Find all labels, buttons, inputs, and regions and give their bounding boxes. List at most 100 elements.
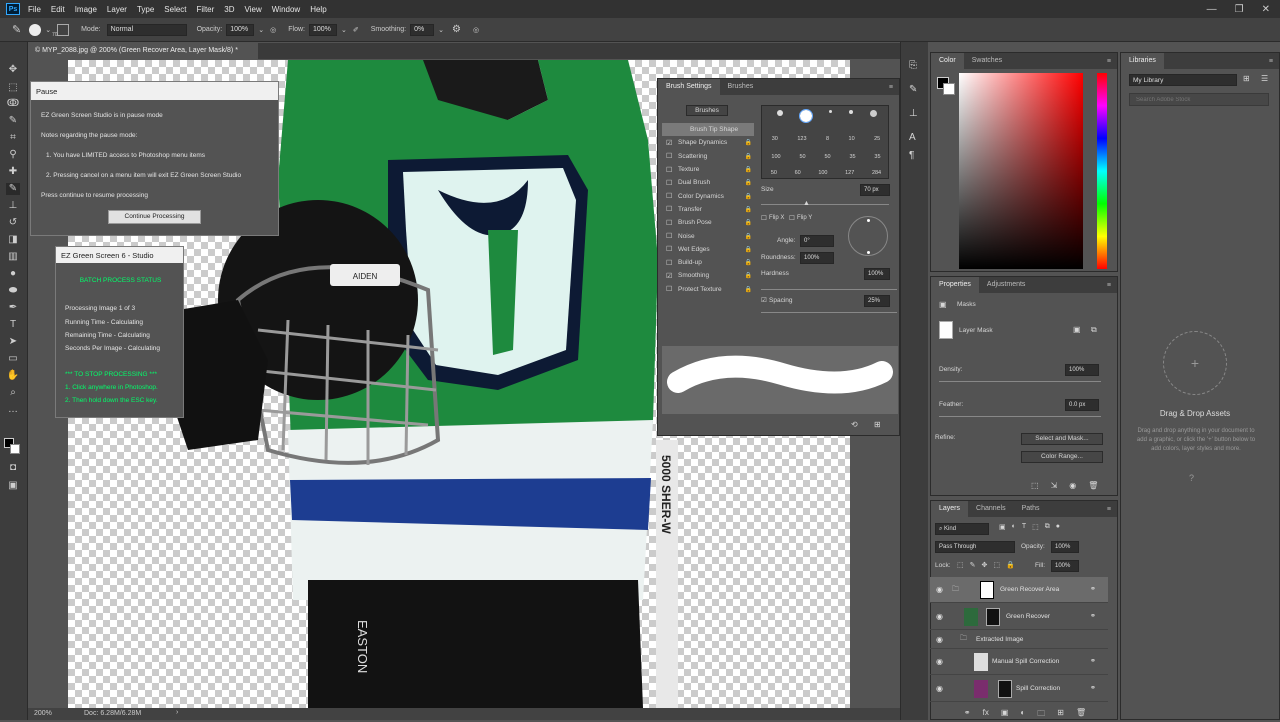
brush-option-item[interactable]: ☐ Build-up 🔒 bbox=[662, 256, 754, 269]
stamp-tool-icon[interactable]: ⊥ bbox=[6, 200, 20, 212]
background-color-swatch[interactable] bbox=[943, 83, 955, 95]
menu-edit[interactable]: Edit bbox=[51, 5, 65, 14]
delete-layer-icon[interactable]: 🗑 bbox=[1076, 708, 1086, 721]
menu-file[interactable]: File bbox=[28, 5, 41, 14]
lock-icon[interactable]: 🔒 bbox=[745, 286, 752, 293]
option-checkbox[interactable]: ☐ bbox=[666, 205, 676, 213]
lock-icon[interactable]: 🔒 bbox=[745, 153, 752, 160]
layer-thumbnail[interactable] bbox=[974, 653, 988, 671]
lock-icon[interactable]: 🔒 bbox=[745, 233, 752, 240]
visibility-eye-icon[interactable]: ◉ bbox=[1069, 481, 1076, 490]
menu-3d[interactable]: 3D bbox=[224, 5, 234, 14]
menu-image[interactable]: Image bbox=[75, 5, 97, 14]
tab-brushes[interactable]: Brushes bbox=[720, 79, 762, 95]
stock-search-input[interactable] bbox=[1129, 93, 1269, 106]
continue-processing-button[interactable]: Continue Processing bbox=[108, 210, 201, 224]
mask-thumbnail[interactable] bbox=[986, 608, 1000, 626]
option-checkbox[interactable]: ☐ bbox=[666, 232, 676, 240]
tab-adjustments[interactable]: Adjustments bbox=[979, 277, 1034, 293]
layer-row-green-recover[interactable]: ◉ Green Recover ⚭ bbox=[930, 604, 1108, 630]
color-range-button[interactable]: Color Range... bbox=[1021, 451, 1103, 463]
pressure-size-icon[interactable]: ◎ bbox=[473, 26, 479, 34]
tab-color[interactable]: Color bbox=[931, 53, 964, 69]
color-field[interactable] bbox=[959, 73, 1083, 269]
history-brush-icon[interactable]: ↺ bbox=[6, 217, 20, 229]
pixel-mask-icon[interactable]: ▣ bbox=[1073, 325, 1081, 334]
layer-filter-select[interactable]: ⌕ Kind bbox=[935, 523, 989, 535]
hardness-field[interactable]: 100% bbox=[864, 268, 890, 280]
brush-panel-toggle-icon[interactable] bbox=[57, 23, 70, 36]
layer-row-manual-spill-correction[interactable]: ◉ Manual Spill Correction ⚭ bbox=[930, 649, 1108, 675]
brush-tool-icon[interactable]: ✎ bbox=[12, 23, 21, 36]
brush-option-item[interactable]: ☐ Color Dynamics 🔒 bbox=[662, 189, 754, 202]
lock-all-icon[interactable]: 🔒 bbox=[1006, 561, 1015, 569]
roundness-field[interactable]: 100% bbox=[800, 252, 834, 264]
pen-tool-icon[interactable]: ✒ bbox=[6, 302, 20, 314]
layer-opacity-field[interactable]: 100% bbox=[1051, 541, 1079, 553]
hand-tool-icon[interactable]: ✋ bbox=[6, 370, 20, 382]
select-and-mask-button[interactable]: Select and Mask... bbox=[1021, 433, 1103, 445]
toggle-preview-icon[interactable]: ⟲ bbox=[851, 420, 858, 429]
brush-tip-grid[interactable]: 30 123 8 10 25 100 50 50 35 35 50 60 100… bbox=[761, 105, 889, 179]
help-icon[interactable]: ? bbox=[1189, 473, 1194, 483]
fx-icon[interactable]: fx bbox=[983, 708, 989, 721]
menu-layer[interactable]: Layer bbox=[107, 5, 127, 14]
eye-icon[interactable]: ◉ bbox=[936, 585, 943, 594]
new-layer-icon[interactable]: ⊞ bbox=[1057, 708, 1064, 721]
chevron-right-icon[interactable]: › bbox=[176, 709, 178, 716]
tab-paths[interactable]: Paths bbox=[1014, 501, 1048, 517]
filter-adjustment-icon[interactable]: ◐ bbox=[1012, 523, 1016, 531]
tab-libraries[interactable]: Libraries bbox=[1121, 53, 1164, 69]
flow-field[interactable]: 100% bbox=[308, 23, 337, 36]
hue-slider[interactable] bbox=[1097, 73, 1107, 269]
character-icon[interactable]: A bbox=[909, 132, 916, 143]
filter-pixel-icon[interactable]: ▣ bbox=[999, 523, 1006, 531]
mode-select[interactable]: Normal bbox=[106, 23, 187, 36]
lock-pixels-icon[interactable]: ✎ bbox=[970, 561, 976, 569]
quick-select-tool-icon[interactable]: ✎ bbox=[6, 115, 20, 127]
tab-channels[interactable]: Channels bbox=[968, 501, 1014, 517]
brush-preset-picker[interactable] bbox=[29, 23, 42, 36]
slider-handle-icon[interactable]: ▲ bbox=[803, 200, 810, 207]
spacing-field[interactable]: 25% bbox=[864, 295, 890, 307]
flip-y-checkbox[interactable]: ☐ bbox=[789, 214, 795, 222]
apply-mask-icon[interactable]: ⇲ bbox=[1051, 481, 1058, 490]
background-color-swatch[interactable] bbox=[10, 444, 20, 454]
more-tools-icon[interactable]: … bbox=[6, 404, 20, 416]
brush-option-item[interactable]: ☐ Brush Pose 🔒 bbox=[662, 216, 754, 229]
smoothing-field[interactable]: 0% bbox=[410, 23, 435, 36]
option-checkbox[interactable]: ☐ bbox=[666, 245, 676, 253]
layer-row-green-recover-area[interactable]: ◉ 🗀 Green Recover Area ⚭ bbox=[930, 577, 1108, 603]
new-group-icon[interactable]: 🗀 bbox=[1037, 708, 1045, 721]
chevron-down-icon[interactable]: ⌄ bbox=[258, 26, 264, 34]
paragraph-icon[interactable]: ¶ bbox=[909, 150, 914, 161]
chevron-down-icon[interactable]: ⌄ bbox=[341, 26, 347, 34]
brush-option-item[interactable]: ☑ Smoothing 🔒 bbox=[662, 269, 754, 282]
lock-icon[interactable]: 🔒 bbox=[745, 179, 752, 186]
minimize-icon[interactable]: — bbox=[1207, 4, 1217, 15]
history-icon[interactable]: ⎘ bbox=[909, 60, 917, 71]
new-adjustment-icon[interactable]: ◐ bbox=[1020, 708, 1025, 721]
crop-tool-icon[interactable]: ⌗ bbox=[6, 132, 20, 144]
filter-smart-icon[interactable]: ⧉ bbox=[1045, 523, 1050, 531]
option-checkbox[interactable]: ☐ bbox=[666, 179, 676, 187]
filter-shape-icon[interactable]: ⬚ bbox=[1032, 523, 1039, 531]
type-tool-icon[interactable]: T bbox=[6, 319, 20, 331]
menu-help[interactable]: Help bbox=[310, 5, 326, 14]
brush-option-item[interactable]: Brush Tip Shape bbox=[662, 123, 754, 137]
add-asset-icon[interactable]: + bbox=[1163, 331, 1227, 395]
blend-mode-select[interactable]: Pass Through bbox=[935, 541, 1015, 553]
option-checkbox[interactable]: ☐ bbox=[666, 285, 676, 293]
lock-artboard-icon[interactable]: ⬚ bbox=[993, 561, 1000, 569]
link-layers-icon[interactable]: ⚭ bbox=[964, 708, 971, 721]
option-checkbox[interactable]: ☐ bbox=[666, 219, 676, 227]
lock-position-icon[interactable]: ✥ bbox=[982, 561, 988, 569]
brush-option-item[interactable]: ☑ Shape Dynamics 🔒 bbox=[662, 136, 754, 149]
hardness-slider[interactable] bbox=[761, 289, 897, 290]
chevron-down-icon[interactable]: ⌄ bbox=[45, 26, 51, 34]
option-checkbox[interactable]: ☐ bbox=[666, 166, 676, 174]
lock-icon[interactable]: 🔒 bbox=[745, 139, 752, 146]
tab-brush-settings[interactable]: Brush Settings bbox=[658, 79, 720, 95]
layer-row-spill-correction[interactable]: ◉ Spill Correction ⚭ bbox=[930, 676, 1108, 702]
lock-transparency-icon[interactable]: ⬚ bbox=[957, 561, 964, 569]
